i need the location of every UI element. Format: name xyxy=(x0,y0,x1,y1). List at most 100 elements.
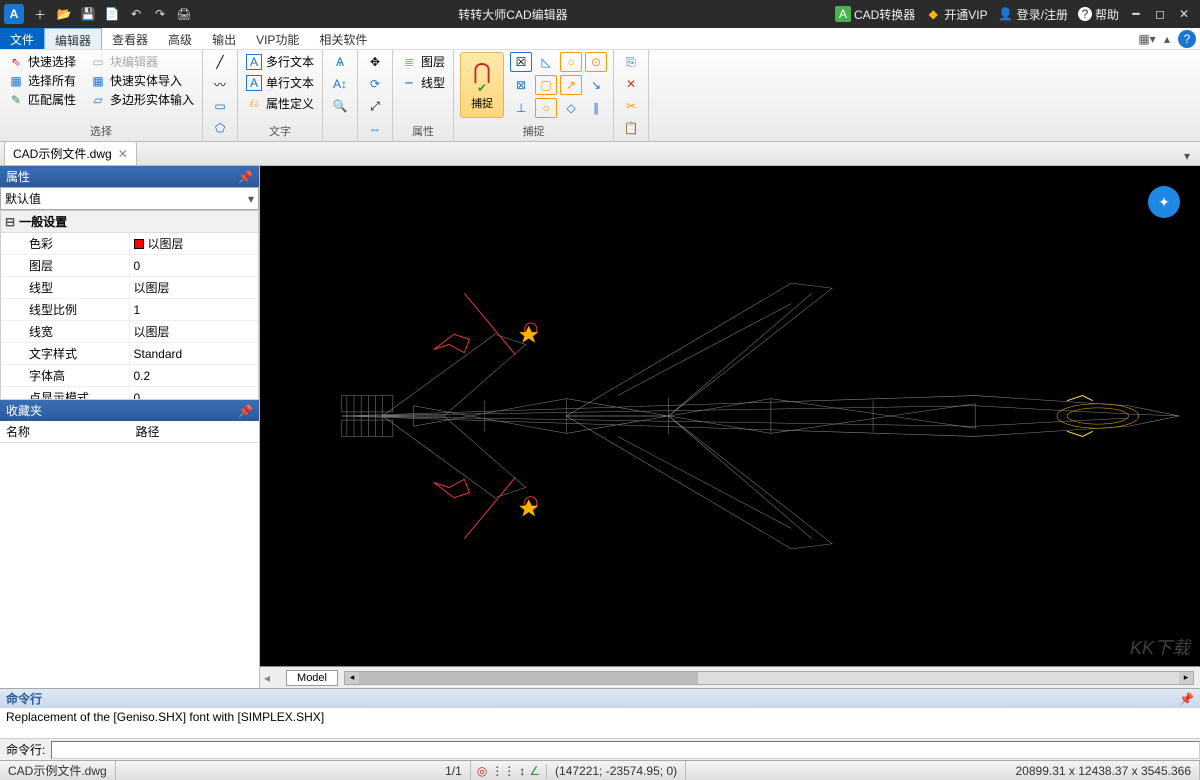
drawing-canvas[interactable]: ✦ KK下载 xyxy=(260,166,1200,666)
print-icon[interactable]: 🖨 xyxy=(173,3,195,25)
property-value[interactable]: 0 xyxy=(130,255,259,276)
property-row[interactable]: 色彩以图层 xyxy=(1,233,258,255)
tab-scroll-left-icon[interactable]: ◂ xyxy=(264,671,270,685)
property-row[interactable]: 线型以图层 xyxy=(1,277,258,299)
polar-toggle-icon[interactable]: ∠ xyxy=(529,764,540,778)
match-props-button[interactable]: ✎匹配属性 xyxy=(6,90,78,109)
new-file-icon[interactable]: ＋ xyxy=(29,3,51,25)
ortho-toggle-icon[interactable]: ↕ xyxy=(519,764,525,778)
snap-insertion-icon[interactable]: ↘ xyxy=(585,75,607,95)
scroll-right-icon[interactable]: ▸ xyxy=(1179,672,1193,684)
edit-delete-icon[interactable]: ✕ xyxy=(620,74,642,94)
singleline-text-button[interactable]: A单行文本 xyxy=(244,73,316,92)
close-tab-icon[interactable]: ✕ xyxy=(118,147,128,161)
pin-icon[interactable]: 📌 xyxy=(1179,692,1194,706)
save-icon[interactable]: 💾 xyxy=(77,3,99,25)
scale-icon[interactable]: ⤢ xyxy=(364,96,386,116)
text-height-icon[interactable]: A↕ xyxy=(329,74,351,94)
block-editor-button[interactable]: ▭块编辑器 xyxy=(88,52,196,71)
snap-midpoint-icon[interactable]: ◺ xyxy=(535,52,557,72)
tab-output[interactable]: 输出 xyxy=(202,28,246,49)
help-icon[interactable]: ? xyxy=(1178,30,1196,48)
tabs-dropdown-icon[interactable]: ▾ xyxy=(1178,147,1196,165)
layer-button[interactable]: ≣图层 xyxy=(399,52,447,71)
property-row[interactable]: 字体高0.2 xyxy=(1,365,258,387)
edit-cut-icon[interactable]: ✂ xyxy=(620,96,642,116)
attr-def-button[interactable]: ⎌属性定义 xyxy=(244,94,316,113)
snap-toggle-icon[interactable]: ◎ xyxy=(477,764,487,778)
pdf-icon[interactable]: 📄 xyxy=(101,3,123,25)
polygon-input-button[interactable]: ▱多边形实体输入 xyxy=(88,90,196,109)
converter-button[interactable]: ACAD转换器 xyxy=(835,6,915,23)
vip-button[interactable]: ◆开通VIP xyxy=(925,6,987,23)
snap-quadrant-icon[interactable]: ⊠ xyxy=(510,75,532,95)
tab-file[interactable]: 文件 xyxy=(0,28,44,49)
document-tab[interactable]: CAD示例文件.dwg ✕ xyxy=(4,141,137,165)
maximize-icon[interactable]: ◻ xyxy=(1149,3,1171,25)
minimize-icon[interactable]: ━ xyxy=(1125,3,1147,25)
close-window-icon[interactable]: ✕ xyxy=(1173,3,1195,25)
property-value[interactable]: 0.2 xyxy=(130,365,259,386)
tab-vip[interactable]: VIP功能 xyxy=(246,28,309,49)
entity-import-button[interactable]: ▦快速实体导入 xyxy=(88,71,196,90)
edit-paste-icon[interactable]: 📋 xyxy=(620,118,642,138)
undo-icon[interactable]: ↶ xyxy=(125,3,147,25)
properties-section[interactable]: ⊟一般设置 xyxy=(1,211,258,233)
property-row[interactable]: 线型比例1 xyxy=(1,299,258,321)
collapse-ribbon-icon[interactable]: ▴ xyxy=(1158,30,1176,48)
multiline-text-button[interactable]: A多行文本 xyxy=(244,52,316,71)
workspace-switch-icon[interactable]: ▦▾ xyxy=(1138,30,1156,48)
redo-icon[interactable]: ↷ xyxy=(149,3,171,25)
tab-advanced[interactable]: 高级 xyxy=(158,28,202,49)
login-button[interactable]: 👤登录/注册 xyxy=(998,6,1068,23)
horizontal-scrollbar[interactable]: ◂ ▸ xyxy=(344,671,1194,685)
snap-tangent-icon[interactable]: ○ xyxy=(535,98,557,118)
tab-editor[interactable]: 编辑器 xyxy=(44,28,102,49)
capture-button[interactable]: ⋂ ✔ 捕捉 xyxy=(460,52,504,118)
property-value[interactable]: Standard xyxy=(130,343,259,364)
compass-icon[interactable]: ✦ xyxy=(1148,186,1180,218)
model-tab[interactable]: Model xyxy=(286,670,338,686)
snap-intersection-icon[interactable]: ▢ xyxy=(535,75,557,95)
scroll-left-icon[interactable]: ◂ xyxy=(345,672,359,684)
property-row[interactable]: 文字样式Standard xyxy=(1,343,258,365)
pin-icon[interactable]: 📌 xyxy=(238,170,253,184)
property-value[interactable]: 以图层 xyxy=(130,321,259,342)
linetype-button[interactable]: ┉线型 xyxy=(399,73,447,92)
open-file-icon[interactable]: 📂 xyxy=(53,3,75,25)
snap-center-icon[interactable]: ○ xyxy=(560,52,582,72)
rectangle-icon[interactable]: ▭ xyxy=(209,96,231,116)
property-value[interactable]: 以图层 xyxy=(130,233,259,254)
grid-toggle-icon[interactable]: ⋮⋮ xyxy=(491,764,515,778)
properties-combo[interactable]: 默认值▾ xyxy=(0,187,259,210)
property-row[interactable]: 图层0 xyxy=(1,255,258,277)
command-input[interactable] xyxy=(51,741,1200,759)
edit-copy-icon[interactable]: ⎘ xyxy=(620,52,642,72)
property-row[interactable]: 线宽以图层 xyxy=(1,321,258,343)
text-style-icon[interactable]: Ѧ xyxy=(329,52,351,72)
quick-select-button[interactable]: ⇖快速选择 xyxy=(6,52,78,71)
text-find-icon[interactable]: 🔍 xyxy=(329,96,351,116)
pin-icon[interactable]: 📌 xyxy=(238,404,253,418)
select-all-button[interactable]: ▦选择所有 xyxy=(6,71,78,90)
polyline-icon[interactable]: 〰 xyxy=(209,74,231,94)
snap-perpendicular-icon[interactable]: ⊥ xyxy=(510,98,532,118)
rotate-icon[interactable]: ⟳ xyxy=(364,74,386,94)
snap-parallel-icon[interactable]: ∥ xyxy=(585,98,607,118)
snap-nearest-icon[interactable]: ◇ xyxy=(560,98,582,118)
property-value[interactable]: 0 xyxy=(130,387,259,400)
tab-related[interactable]: 相关软件 xyxy=(309,28,377,49)
property-value[interactable]: 以图层 xyxy=(130,277,259,298)
snap-node-icon[interactable]: ⊙ xyxy=(585,52,607,72)
tab-viewer[interactable]: 查看器 xyxy=(102,28,158,49)
polygon-icon[interactable]: ⬠ xyxy=(209,118,231,138)
line-icon[interactable]: ╱ xyxy=(209,52,231,72)
scroll-thumb[interactable] xyxy=(359,672,698,684)
move-icon[interactable]: ✥ xyxy=(364,52,386,72)
property-row[interactable]: 点显示模式0 xyxy=(1,387,258,400)
property-value[interactable]: 1 xyxy=(130,299,259,320)
snap-extension-icon[interactable]: ↗ xyxy=(560,75,582,95)
snap-endpoint-icon[interactable]: ☒ xyxy=(510,52,532,72)
help-button[interactable]: ?帮助 xyxy=(1078,6,1119,23)
stretch-icon[interactable]: ↔ xyxy=(364,118,386,138)
